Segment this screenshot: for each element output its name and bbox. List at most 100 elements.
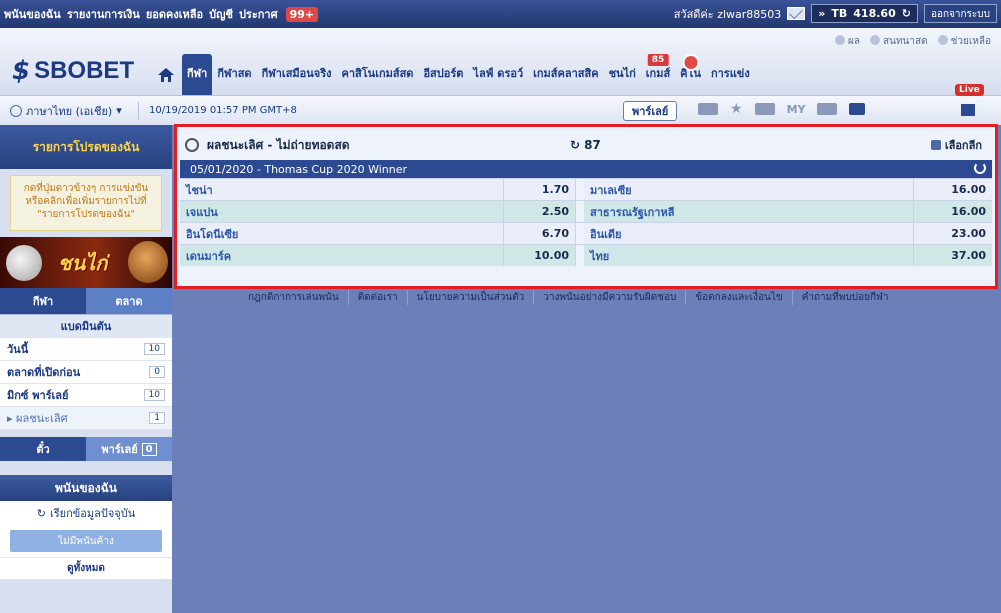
team-name[interactable]: มาเลเซีย xyxy=(584,179,914,200)
nav-classic-games[interactable]: เกมส์คลาสสิค xyxy=(528,54,603,95)
sidebar-tabs: กีฬา ตลาด xyxy=(0,288,172,314)
odds-value[interactable]: 37.00 xyxy=(914,245,992,266)
tab-ticket[interactable]: ตั๋ว xyxy=(0,437,86,461)
help-icon xyxy=(937,35,948,45)
odds-type-selector[interactable]: MY xyxy=(787,103,806,116)
team-name[interactable]: เดนมาร์ค xyxy=(180,245,504,266)
market-count: 0 xyxy=(149,366,165,378)
footer-privacy[interactable]: นโยบายความเป็นส่วนตัว xyxy=(408,290,535,305)
sbobet-logo[interactable]: $ SBOBET xyxy=(12,56,134,86)
balance-value: 418.60 xyxy=(853,7,896,20)
refresh-bets[interactable]: ↻ เรียกข้อมูลปัจจุบัน xyxy=(0,501,172,525)
column-gap xyxy=(576,179,584,200)
chat-icon xyxy=(870,35,880,45)
view-all-link[interactable]: ดูทั้งหมด xyxy=(0,557,172,579)
tab-sports[interactable]: กีฬา xyxy=(0,288,86,314)
cockfight-promo-banner[interactable]: ชนไก่ xyxy=(0,237,172,288)
column-gap xyxy=(576,201,584,222)
menu-announcements[interactable]: ประกาศ xyxy=(239,5,278,23)
team-name[interactable]: อินเดีย xyxy=(584,223,914,244)
util-help[interactable]: ช่วยเหลือ xyxy=(937,34,991,49)
footer-contact[interactable]: ติดต่อเรา xyxy=(349,290,408,305)
logo-mark-icon: $ xyxy=(12,56,31,86)
refresh-balance-icon[interactable]: ↻ xyxy=(902,7,911,20)
market-row-outright[interactable]: ▸ ผลชนะเลิศ 1 xyxy=(0,406,172,429)
market-count: 10 xyxy=(143,389,165,401)
league-refresh-icon[interactable] xyxy=(974,162,986,174)
no-bets-wrap: ไม่มีพนันค้าง xyxy=(0,525,172,557)
menu-my-bets[interactable]: พนันของฉัน xyxy=(4,5,61,23)
nav-live-draw[interactable]: ไลฟ์ ดรอว์ xyxy=(468,54,528,95)
select-league-button[interactable]: เลือกลีก xyxy=(930,136,982,154)
home-icon[interactable] xyxy=(158,68,174,82)
language-label: ภาษาไทย (เอเชีย) xyxy=(26,104,113,118)
nav-sports[interactable]: กีฬา xyxy=(182,54,213,95)
odds-value[interactable]: 16.00 xyxy=(914,179,992,200)
logout-button[interactable]: ออกจากระบบ xyxy=(923,4,997,23)
header: $ SBOBET กีฬา กีฬาสด กีฬาเสมือนจริง คาสิ… xyxy=(0,28,1001,95)
util-results[interactable]: ผล xyxy=(835,34,860,49)
team-name[interactable]: ไทย xyxy=(584,245,914,266)
footer-responsible[interactable]: วางพนันอย่างมีความรับผิดชอบ xyxy=(534,290,687,305)
team-name[interactable]: สาธารณรัฐเกาหลี xyxy=(584,201,914,222)
market-row-mix-parlay[interactable]: มิกซ์ พาร์เลย์ 10 xyxy=(0,383,172,406)
util-help-label: ช่วยเหลือ xyxy=(950,36,991,47)
star-icon[interactable]: ★ xyxy=(730,102,743,116)
league-name: 05/01/2020 - Thomas Cup 2020 Winner xyxy=(190,162,408,176)
nav-esports[interactable]: อีสปอร์ต xyxy=(418,54,468,95)
refresh-counter[interactable]: ↻ 87 xyxy=(570,138,601,152)
trophy-icon xyxy=(930,140,941,150)
promo-text: ชนไก่ xyxy=(58,251,108,275)
language-selector[interactable]: ภาษาไทย (เอเชีย) ▾ xyxy=(0,102,138,120)
odds-value[interactable]: 23.00 xyxy=(914,223,992,244)
menu-statement[interactable]: รายงานการเงิน xyxy=(67,5,140,23)
nav-keno[interactable]: คีโน xyxy=(675,54,706,95)
team-name[interactable]: อินโดนีเซีย xyxy=(180,223,504,244)
footer-rules[interactable]: กฎกติกาการเล่นพนัน xyxy=(248,290,349,305)
utility-links: ผล สนทนาสด ช่วยเหลือ xyxy=(835,34,991,49)
market-row-today[interactable]: วันนี้ 10 xyxy=(0,337,172,360)
sound-icon[interactable] xyxy=(817,103,838,115)
outright-panel: ผลชนะเลิศ - ไม่ถ่ายทอดสด ↻ 87 เลือกลีก 0… xyxy=(174,124,998,289)
odds-value[interactable]: 2.50 xyxy=(504,201,576,222)
tab-markets[interactable]: ตลาด xyxy=(86,288,172,314)
keno-new-icon xyxy=(682,54,700,71)
nav-games[interactable]: 85 เกมส์ xyxy=(641,54,675,95)
market-label: ตลาดที่เปิดก่อน xyxy=(7,366,81,379)
category-heading[interactable]: แบดมินตัน xyxy=(0,314,172,337)
message-icon[interactable] xyxy=(849,103,866,115)
nav-racing[interactable]: การแข่ง xyxy=(706,54,755,95)
odds-value[interactable]: 6.70 xyxy=(504,223,576,244)
nav-virtual-sports[interactable]: กีฬาเสมือนจริง xyxy=(257,54,337,95)
market-row-early[interactable]: ตลาดที่เปิดก่อน 0 xyxy=(0,360,172,383)
balance-box[interactable]: » TB 418.60 ↻ xyxy=(811,4,918,23)
menu-balance[interactable]: ยอดคงเหลือ xyxy=(146,5,203,23)
nav-live-sports[interactable]: กีฬาสด xyxy=(212,54,256,95)
odds-value[interactable]: 1.70 xyxy=(504,179,576,200)
util-live-chat[interactable]: สนทนาสด xyxy=(870,34,928,49)
globe-icon xyxy=(10,104,22,117)
market-count: 10 xyxy=(143,343,165,355)
team-name[interactable]: ไชน่า xyxy=(180,179,504,200)
odds-display-icon[interactable] xyxy=(698,103,718,115)
table-row: เดนมาร์ค 10.00 ไทย 37.00 xyxy=(180,244,992,266)
live-tv-icon[interactable] xyxy=(961,104,975,116)
favorites-title[interactable]: รายการโปรดของฉัน xyxy=(0,125,172,169)
table-row: เจแปน 2.50 สาธารณรัฐเกาหลี 16.00 xyxy=(180,200,992,222)
odds-value[interactable]: 10.00 xyxy=(504,245,576,266)
nav-live-casino[interactable]: คาสิโนเกมส์สด xyxy=(337,54,419,95)
sub-icons: ★ MY xyxy=(698,102,866,116)
menu-account[interactable]: บัญชี xyxy=(209,5,233,23)
team-name[interactable]: เจแปน xyxy=(180,201,504,222)
main-nav: กีฬา กีฬาสด กีฬาเสมือนจริง คาสิโนเกมส์สด… xyxy=(182,54,755,95)
odds-value[interactable]: 16.00 xyxy=(914,201,992,222)
double-chevron-icon: » xyxy=(818,7,826,20)
nav-cockfight[interactable]: ชนไก่ xyxy=(604,54,641,95)
footer-terms[interactable]: ข้อตกลงและเงื่อนไข xyxy=(686,290,793,305)
view-mode-icon[interactable] xyxy=(754,103,775,115)
parlay-button[interactable]: พาร์เลย์ xyxy=(623,101,678,121)
util-results-label: ผล xyxy=(848,36,860,47)
footer-faq[interactable]: คำถามที่พบบ่อยกีฬา xyxy=(793,290,898,305)
tab-parlay[interactable]: พาร์เลย์ 0 xyxy=(86,437,172,461)
mail-icon[interactable] xyxy=(787,7,806,20)
